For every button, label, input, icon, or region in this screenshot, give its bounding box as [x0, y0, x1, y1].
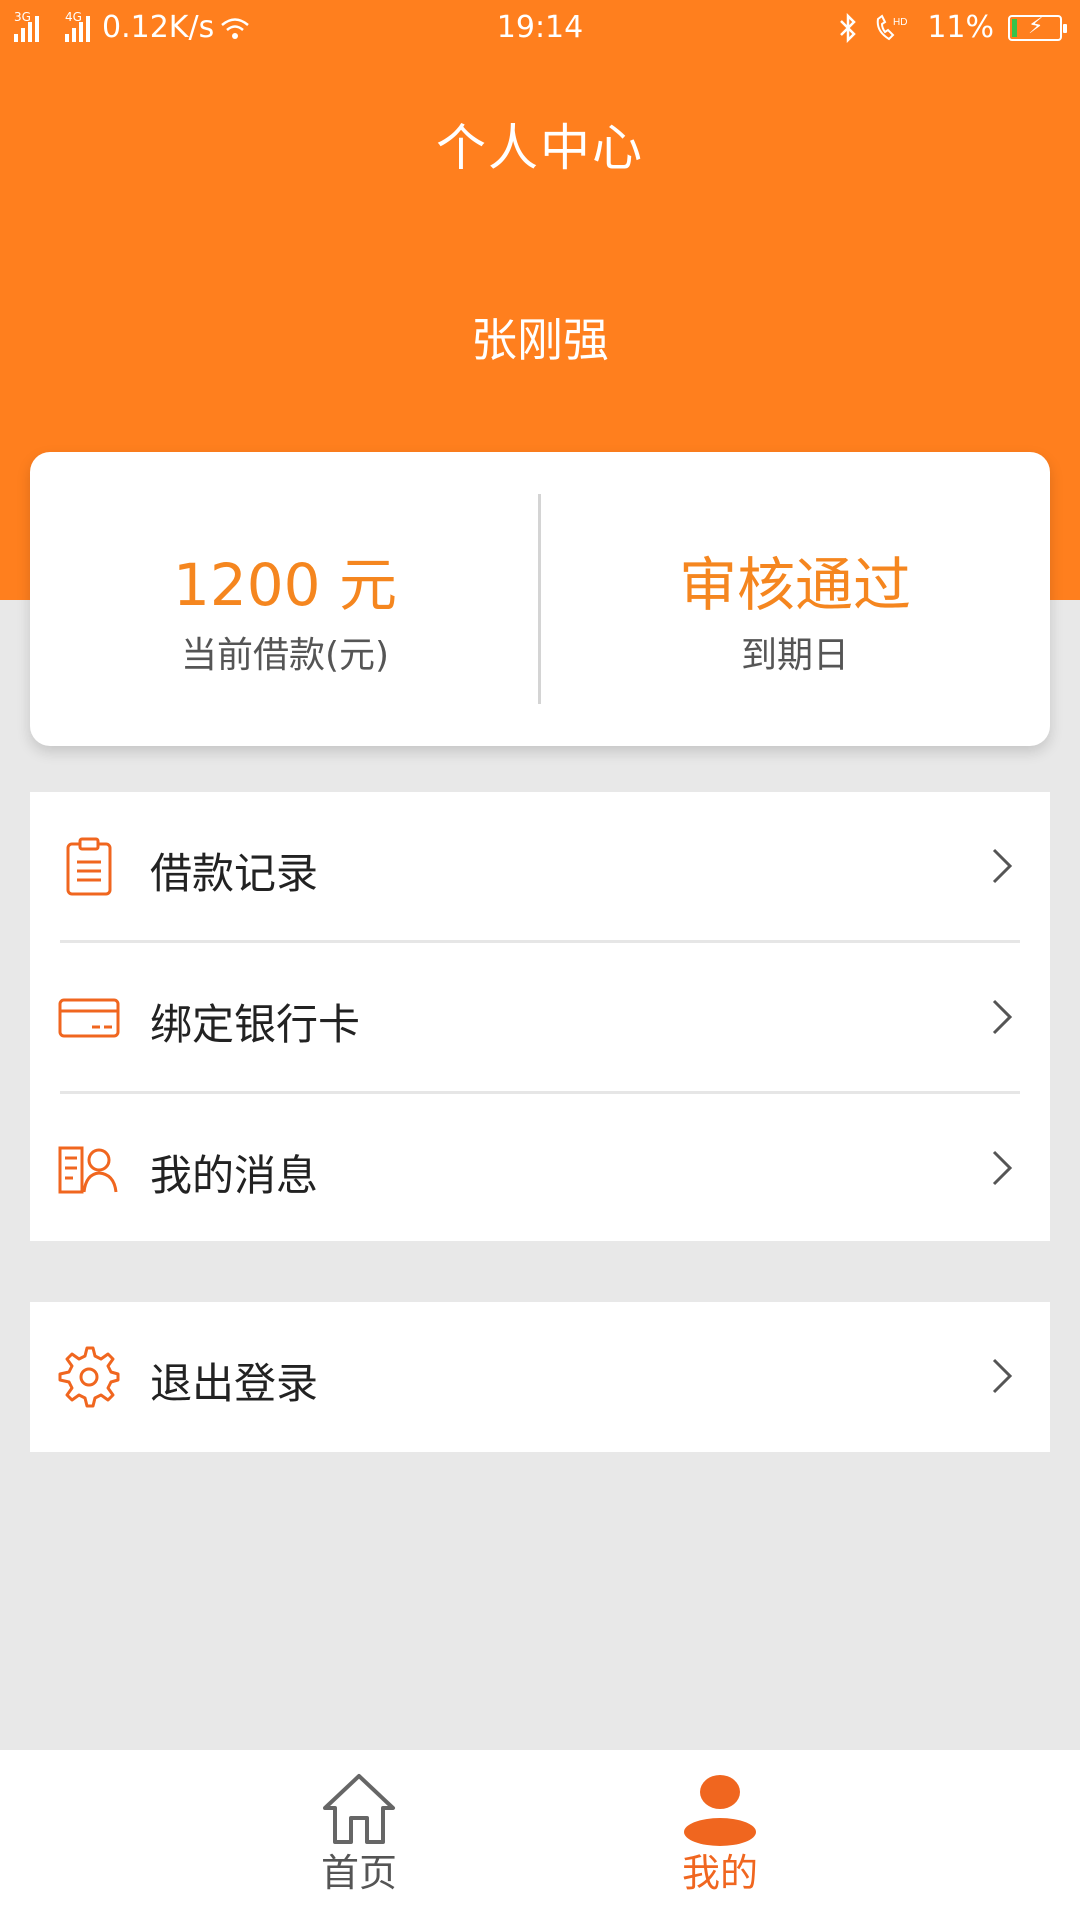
menu-item-loan-records[interactable]: 借款记录	[30, 792, 1050, 940]
review-status-section[interactable]: 审核通过 到期日	[540, 452, 1050, 746]
chevron-right-icon	[992, 1150, 1013, 1186]
current-loan-label: 当前借款(元)	[180, 635, 390, 676]
svg-text:HD: HD	[893, 17, 907, 28]
bank-card-icon	[58, 998, 120, 1038]
battery-percent: 11%	[927, 10, 994, 45]
menu-item-bind-bank-card[interactable]: 绑定银行卡	[30, 943, 1050, 1091]
menu-item-label: 退出登录	[150, 1359, 319, 1408]
gear-icon	[58, 1346, 120, 1408]
menu-item-label: 绑定银行卡	[150, 1000, 361, 1049]
user-icon	[684, 1775, 756, 1846]
chevron-right-icon	[992, 999, 1013, 1035]
menu-item-label: 借款记录	[150, 849, 319, 898]
tab-home[interactable]: 首页	[259, 1750, 459, 1920]
status-right: HD 11% ⚡	[837, 10, 1067, 45]
page-title: 个人中心	[436, 119, 644, 177]
chevron-right-icon	[992, 848, 1013, 884]
due-date-label: 到期日	[740, 635, 849, 676]
review-status-value: 审核通过	[678, 551, 911, 619]
tab-mine-label: 我的	[681, 1851, 758, 1895]
user-name: 张刚强	[471, 313, 609, 367]
account-menu: 借款记录 绑定银行卡 我的消息	[30, 792, 1050, 1241]
menu-item-label: 我的消息	[150, 1151, 319, 1200]
logout-menu: 退出登录	[30, 1302, 1050, 1452]
clipboard-icon	[66, 837, 112, 896]
current-loan-section[interactable]: 1200 元 当前借款(元)	[30, 452, 540, 746]
hd-call-icon: HD	[877, 13, 908, 40]
battery-fill	[1012, 18, 1017, 37]
bluetooth-icon	[840, 12, 857, 43]
bottom-tab-bar: 首页 我的	[0, 1750, 1080, 1920]
loan-summary-card: 1200 元 当前借款(元) 审核通过 到期日	[30, 452, 1050, 746]
menu-item-my-messages[interactable]: 我的消息	[30, 1094, 1050, 1242]
charging-icon: ⚡	[1028, 13, 1044, 39]
battery-icon: ⚡	[1008, 13, 1067, 41]
tab-home-label: 首页	[320, 1851, 397, 1895]
home-icon	[323, 1774, 395, 1844]
menu-item-logout[interactable]: 退出登录	[30, 1302, 1050, 1450]
chevron-right-icon	[992, 1358, 1013, 1394]
status-bar: 3G 4G 0.12K/s 19:14 HD 11% ⚡	[0, 0, 1080, 56]
tab-mine[interactable]: 我的	[620, 1750, 820, 1920]
current-loan-value: 1200 元	[172, 551, 398, 619]
message-user-icon	[58, 1146, 118, 1194]
